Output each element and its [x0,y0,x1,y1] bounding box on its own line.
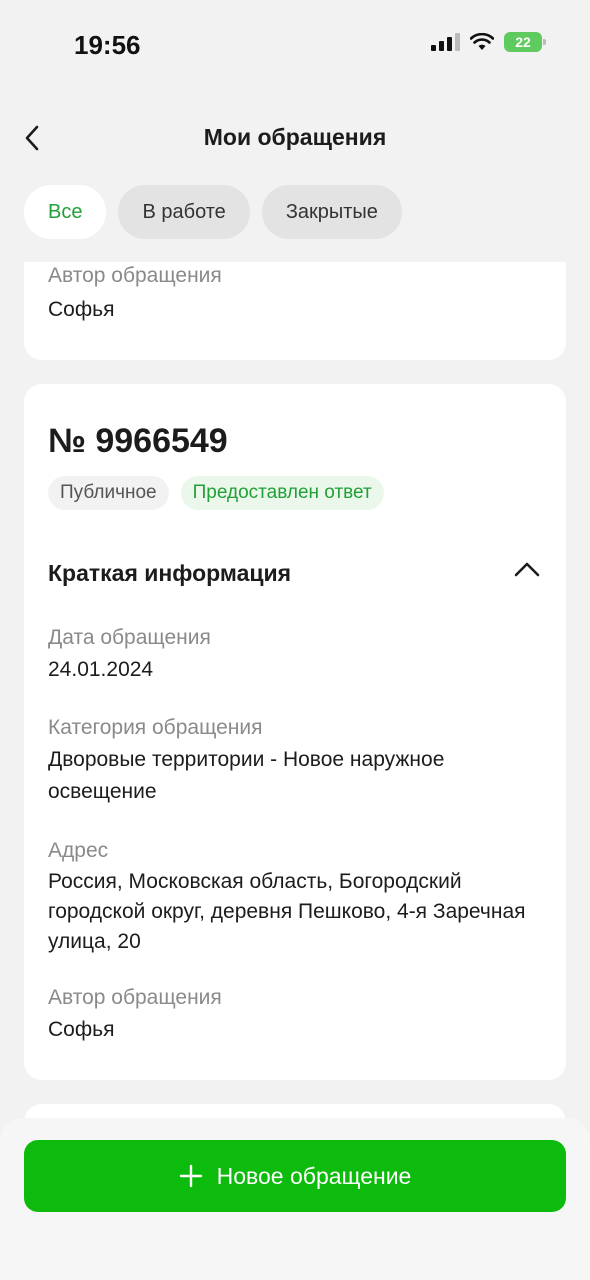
address-value: Россия, Московская область, Богородский … [48,870,526,953]
status-icons: 22 [431,32,546,52]
author-value: Софья [48,298,115,321]
date-value: 24.01.2024 [48,658,154,681]
author-value: Софья [48,1018,115,1041]
bottom-panel: Новое обращение [0,1118,590,1280]
tab-all[interactable]: Все [24,185,107,239]
address-field: Адрес Россия, Московская область, Богоро… [48,837,542,957]
status-time: 19:56 [74,30,141,60]
section-title: Краткая информация [48,560,292,586]
visibility-badge: Публичное [48,476,169,510]
battery-icon: 22 [504,32,546,52]
nav-header: Мои обращения [0,110,590,166]
address-label: Адрес [48,839,109,862]
cellular-signal-icon [431,33,460,51]
battery-level: 22 [515,34,531,50]
date-field: Дата обращения 24.01.2024 [48,624,542,686]
author-label: Автор обращения [48,986,222,1009]
tab-in-progress[interactable]: В работе [118,185,250,239]
author-field: Автор обращения Софья [48,984,542,1046]
summary-section-toggle[interactable]: Краткая информация [48,556,542,596]
status-bar: 19:56 22 [0,0,590,90]
new-issue-button[interactable]: Новое обращение [24,1140,566,1212]
tab-closed[interactable]: Закрытые [261,185,402,239]
issue-card-previous[interactable]: Автор обращения Софья [24,262,566,360]
category-value: Дворовые территории - Новое наружное осв… [48,748,445,803]
issue-number: № 9966549 [48,422,228,460]
status-badge: Предоставлен ответ [180,476,384,510]
category-label: Категория обращения [48,716,263,739]
new-issue-label: Новое обращение [216,1162,412,1189]
plus-icon [179,1164,202,1188]
chevron-up-icon [514,562,540,577]
page-title: Мои обращения [203,124,387,150]
issue-card[interactable]: № 9966549 Публичное Предоставлен ответ К… [24,384,566,1080]
date-label: Дата обращения [48,626,211,649]
filter-tabs: Все В работе Закрытые [24,185,402,239]
category-field: Категория обращения Дворовые территории … [48,714,542,808]
author-label: Автор обращения [48,264,222,287]
wifi-icon [470,33,494,50]
issue-badges: Публичное Предоставлен ответ [48,476,384,510]
